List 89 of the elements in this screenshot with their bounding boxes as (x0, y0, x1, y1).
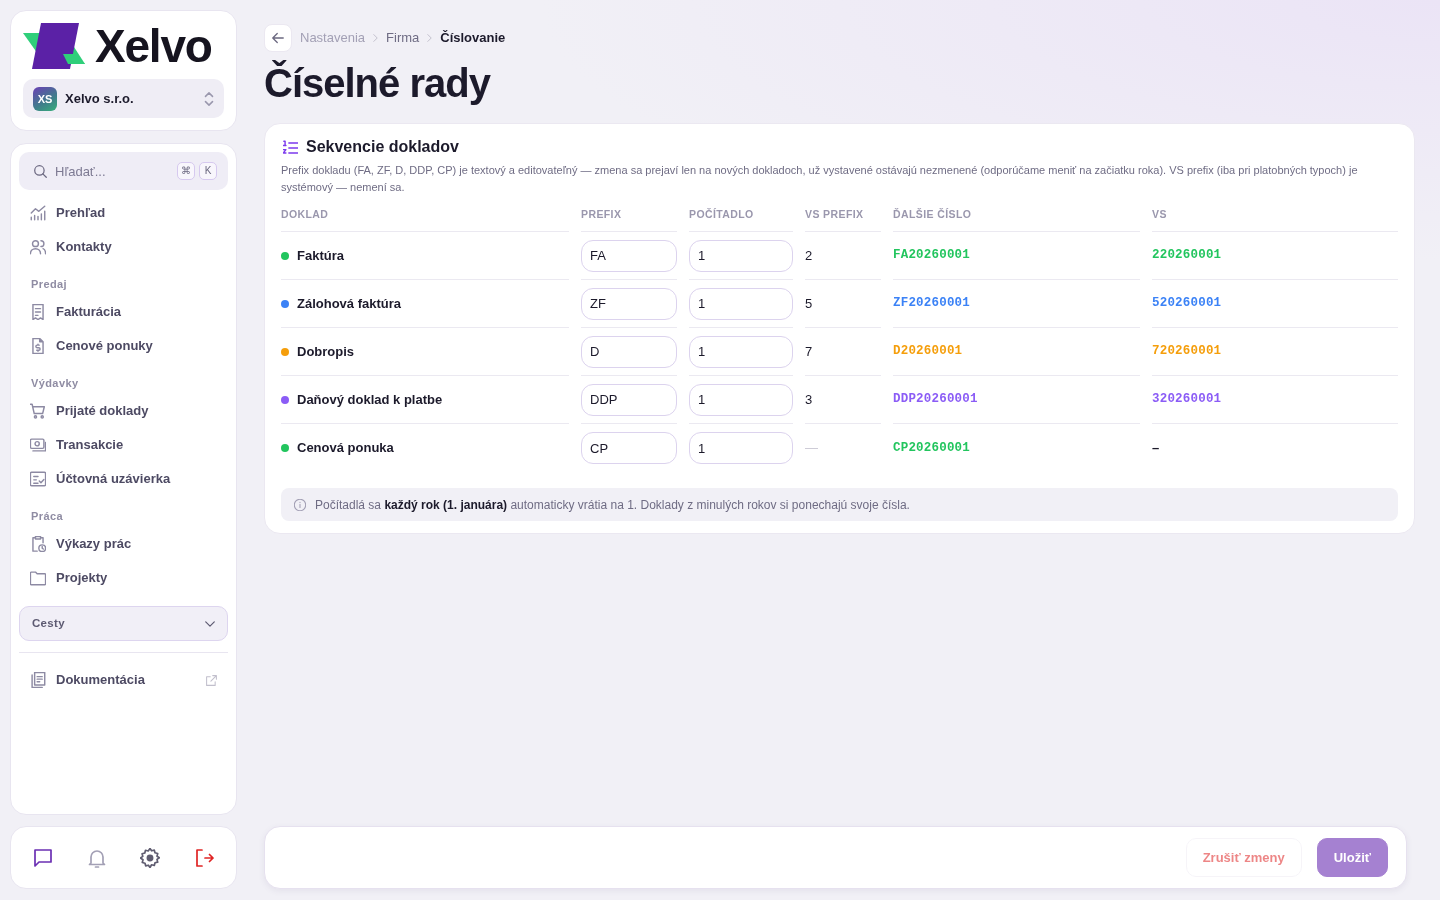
column-header: ĎALŠIE ČÍSLO (893, 204, 1140, 232)
prefix-input[interactable]: D (581, 335, 677, 368)
table-cell-text: 720260001 (1152, 343, 1222, 361)
sidebar-section-label: Práca (30, 509, 64, 524)
table-cell-text: ZF20260001 (893, 295, 970, 313)
receipt-icon (30, 304, 46, 320)
logo-text: Xelvo (95, 23, 212, 69)
table-cell-text: 220260001 (1152, 247, 1222, 265)
table-cell-text: 7 (805, 342, 813, 361)
chevron-right-icon (427, 34, 433, 42)
banknote-icon (30, 437, 46, 453)
users-icon (30, 239, 46, 255)
table-cell-text: – (1152, 439, 1160, 458)
table-cell-text: 5 (805, 294, 813, 313)
settings-button[interactable] (140, 847, 161, 868)
sidebar-item[interactable]: Projekty (19, 561, 228, 595)
table-cell-text: Faktúra (297, 246, 344, 265)
chevron-down-icon (205, 620, 215, 627)
documents-icon (30, 672, 46, 688)
table-cell-text: 2 (805, 246, 813, 265)
prefix-input[interactable]: ZF (581, 287, 677, 320)
sidebar-item[interactable]: Prijaté doklady (19, 394, 228, 428)
table-cell-text: 520260001 (1152, 295, 1222, 313)
gear-icon (140, 847, 161, 868)
cart-icon (30, 403, 46, 419)
collapsible-group[interactable]: Cesty (19, 606, 228, 641)
folder-icon (30, 570, 46, 586)
column-header: DOKLAD (281, 204, 569, 232)
search-icon (34, 164, 47, 178)
arrow-left-icon (272, 32, 284, 44)
sidebar-item[interactable]: Kontakty (19, 230, 228, 264)
sidebar-item[interactable]: Výkazy prác (19, 527, 228, 561)
sidebar-section-label: Výdavky (30, 376, 80, 391)
table-cell-text: Daňový doklad k platbe (297, 390, 443, 409)
checklist-icon (30, 471, 46, 487)
sidebar-item[interactable]: Účtovná uzávierka (19, 462, 228, 496)
logout-button[interactable] (193, 847, 214, 868)
chevron-right-icon (373, 34, 379, 42)
clipboard-clock-icon (30, 536, 46, 552)
shortcut-key: ⌘ (177, 162, 195, 180)
table-cell-text: — (805, 439, 818, 458)
notifications-button[interactable] (86, 847, 107, 868)
chat-button[interactable] (33, 847, 53, 868)
table-cell-text: Dobropis (297, 342, 355, 361)
counter-input[interactable]: 1 (689, 383, 793, 416)
breadcrumb-link[interactable]: Firma (386, 28, 420, 48)
logo-mark (23, 23, 85, 69)
document-dollar-icon (30, 338, 46, 354)
table-cell-text: Zálohová faktúra (297, 294, 402, 313)
logout-icon (193, 847, 214, 868)
sidebar-item[interactable]: Fakturácia (19, 295, 228, 329)
column-header: VS PREFIX (805, 204, 881, 232)
chat-icon (33, 847, 53, 868)
chevron-up-down-icon (204, 91, 214, 106)
shortcut-key: K (199, 162, 217, 180)
sidebar-item[interactable]: Prehľad (19, 196, 228, 230)
breadcrumb-current: Číslovanie (440, 29, 506, 48)
back-button[interactable] (264, 24, 292, 52)
column-header: VS (1152, 204, 1398, 232)
sidebar-item[interactable]: Transakcie (19, 428, 228, 462)
table-cell-text: D20260001 (893, 343, 963, 361)
bell-icon (86, 847, 107, 868)
column-header: PREFIX (581, 204, 677, 232)
table-cell-text: Cenová ponuka (297, 439, 394, 458)
prefix-input[interactable]: FA (581, 239, 677, 272)
sidebar-item[interactable]: Cenové ponuky (19, 329, 228, 363)
table-cell-text: FA20260001 (893, 247, 970, 265)
prefix-input[interactable]: CP (581, 432, 677, 464)
sidebar-section-label: Predaj (30, 277, 69, 292)
section-description: Prefix dokladu (FA, ZF, D, DDP, CP) je textový a editovateľný — zmena sa prejaví len na nových dokladoch, už vystavené ostávajú nezmenené (odporúčame meniť na začiatku roka). VS prefix (iba pri platobných typoch) je systémový — nemení sa. (281, 163, 1359, 195)
counter-input[interactable]: 1 (689, 432, 793, 464)
counter-input[interactable]: 1 (689, 239, 793, 272)
company-switcher[interactable]: XS Xelvo s.r.o. (23, 79, 224, 118)
page-title: Číselné rady (264, 60, 490, 106)
table-cell-text: CP20260001 (893, 439, 970, 457)
note-text: Počítadlá sa každý rok (1. januára) automaticky vrátia na 1. Doklady z minulých rokov si ponechajú svoje čísla. (315, 496, 910, 514)
counter-input[interactable]: 1 (689, 287, 793, 320)
table-cell-text: DDP20260001 (893, 391, 978, 409)
table-cell-text: 320260001 (1152, 391, 1222, 409)
prefix-input[interactable]: DDP (581, 383, 677, 416)
column-header: POČÍTADLO (689, 204, 793, 232)
company-avatar: XS (33, 86, 57, 111)
sidebar-link[interactable]: Dokumentácia (19, 663, 228, 697)
numbered-list-icon (283, 139, 298, 155)
table-cell-text: 3 (805, 390, 813, 409)
section-title: Sekvencie dokladov (306, 137, 459, 157)
info-icon (294, 498, 306, 511)
counter-input[interactable]: 1 (689, 335, 793, 368)
chart-icon (30, 205, 46, 221)
